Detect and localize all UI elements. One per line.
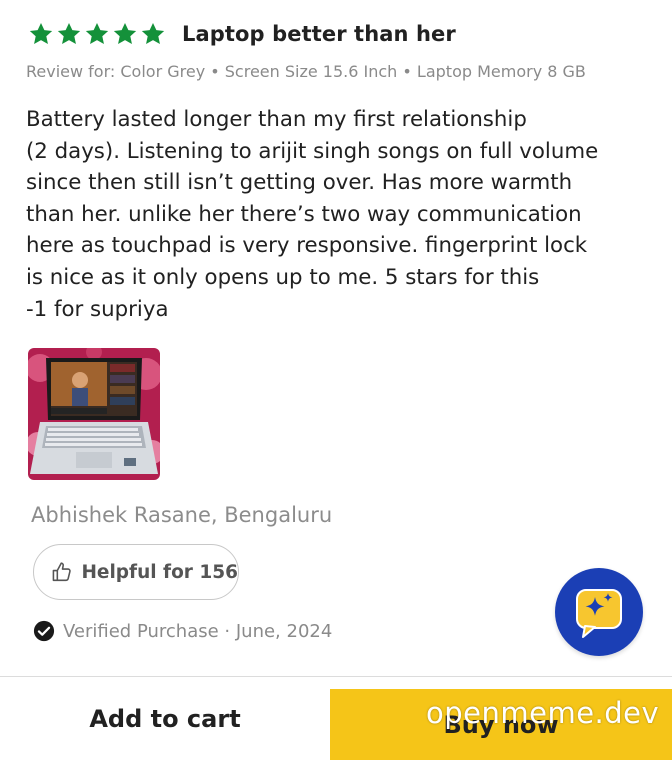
star-icon <box>29 22 53 44</box>
verified-purchase: Verified Purchase · June, 2024 <box>33 619 332 643</box>
laptop-photo-icon <box>28 348 160 480</box>
rating-row: Laptop better than her <box>28 18 456 50</box>
thumbs-up-icon <box>52 562 71 582</box>
review-title: Laptop better than her <box>182 22 456 46</box>
review-variant: Review for: Color Grey • Screen Size 15.… <box>26 62 586 81</box>
verified-purchase-label: Verified Purchase · June, 2024 <box>63 620 333 642</box>
helpful-button[interactable]: Helpful for 156 <box>33 544 239 600</box>
star-icon <box>85 22 109 44</box>
review-text-line: is nice as it only opens up to me. 5 sta… <box>26 264 540 290</box>
sparkle-chat-icon <box>576 589 622 638</box>
review-text-line: -1 for supriya <box>26 296 169 322</box>
bottom-action-bar: Add to cart Buy now <box>0 676 672 760</box>
helpful-label: Helpful for 156 <box>81 561 238 583</box>
review-photo[interactable] <box>28 348 160 480</box>
review-text-line: Battery lasted longer than my first rela… <box>26 107 527 132</box>
star-rating <box>28 21 166 47</box>
reviewer-name: Abhishek Rasane, Bengaluru <box>31 503 333 527</box>
verified-check-icon <box>33 620 55 642</box>
buy-now-button[interactable]: Buy now <box>330 689 672 760</box>
assistant-button[interactable] <box>555 568 643 656</box>
star-icon <box>113 22 137 44</box>
add-to-cart-button[interactable]: Add to cart <box>0 677 330 760</box>
review-text-line: (2 days). Listening to arijit singh song… <box>26 138 599 164</box>
review-card: Laptop better than her Review for: Color… <box>0 0 672 676</box>
review-text: Battery lasted longer than my first rela… <box>26 104 651 325</box>
review-text-line: here as touchpad is very responsive. fin… <box>26 233 588 259</box>
star-icon <box>141 22 165 44</box>
review-text-line: since then still isn’t getting over. Has… <box>26 170 573 196</box>
review-text-line: than her. unlike her there’s two way com… <box>26 201 582 227</box>
star-icon <box>57 22 81 44</box>
